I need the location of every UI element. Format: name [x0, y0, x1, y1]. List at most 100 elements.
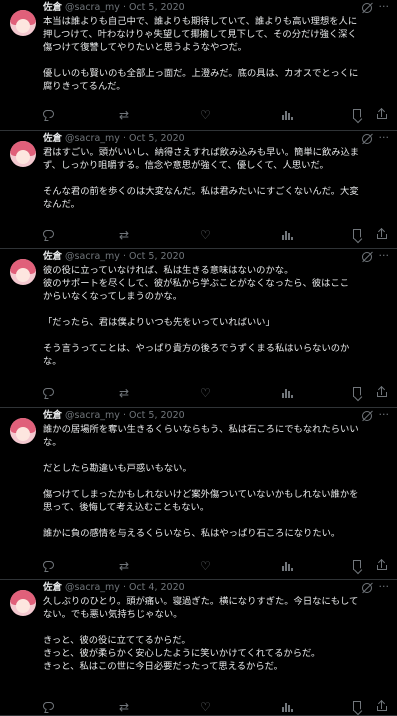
reply-icon[interactable]: [43, 561, 54, 569]
views-bar: [285, 389, 287, 398]
share-icon[interactable]: [377, 228, 391, 242]
views-bar: [288, 233, 290, 240]
bookmark-icon[interactable]: [353, 109, 361, 119]
retweet-icon[interactable]: ⇄: [119, 108, 133, 122]
timestamp[interactable]: Oct 5, 2020: [129, 133, 185, 144]
display-name[interactable]: 佐倉: [43, 582, 62, 593]
reply-icon[interactable]: [43, 702, 54, 710]
action-bar: ⇄ ♡: [43, 228, 393, 242]
tweet-header: 佐倉 @sacra_my · Oct 5, 2020: [43, 133, 185, 145]
avatar[interactable]: [10, 141, 36, 167]
views-bar: [291, 117, 293, 120]
tweet-text: 本当は誰よりも自己中で、誰よりも期待していて、誰よりも高い理想を人に 押しつけて…: [43, 15, 390, 93]
handle[interactable]: @sacra_my: [65, 251, 120, 262]
handle[interactable]: @sacra_my: [65, 582, 120, 593]
display-name[interactable]: 佐倉: [43, 410, 62, 421]
share-icon[interactable]: [377, 108, 391, 122]
avatar[interactable]: [10, 259, 36, 285]
tweet[interactable]: 佐倉 @sacra_my · Oct 5, 2020 ··· 誰かの居場所を奪い…: [0, 408, 397, 580]
grok-icon[interactable]: [362, 583, 372, 593]
share-tray: [377, 706, 387, 711]
tweet-text: 君はすごい。頭がいいし、納得さえすれば飲み込みも早い。簡単に飲み込ま ず、しっか…: [43, 146, 390, 211]
share-icon[interactable]: [377, 559, 391, 573]
views-bar: [291, 709, 293, 712]
like-icon[interactable]: ♡: [200, 108, 214, 122]
action-bar: ⇄ ♡: [43, 700, 393, 714]
share-tray: [377, 392, 387, 397]
grok-icon[interactable]: [362, 252, 372, 262]
views-icon[interactable]: [281, 228, 295, 242]
bookmark-icon[interactable]: [353, 387, 361, 397]
views-bar: [291, 568, 293, 571]
more-horizontal-icon[interactable]: ···: [379, 131, 390, 144]
retweet-icon[interactable]: ⇄: [119, 700, 133, 714]
views-icon[interactable]: [281, 700, 295, 714]
like-icon[interactable]: ♡: [200, 228, 214, 242]
share-tray: [377, 114, 387, 119]
reply-icon[interactable]: [43, 388, 54, 396]
views-icon[interactable]: [281, 386, 295, 400]
more-horizontal-icon[interactable]: ···: [379, 249, 390, 262]
tweet-paragraph: そう言うってことは、やっぱり貴方の後ろでうずくまる私はいらないのか な。: [43, 343, 350, 367]
tweet-text: 誰かの居場所を奪い生きるくらいならもう、私は石ころにでもなれたらいい な。 だとし…: [43, 423, 390, 540]
tweet-paragraph: 彼の役に立っていなければ、私は生きる意味はないのかな。 彼のサポートを尽くして、…: [43, 265, 350, 302]
avatar-face: [16, 150, 30, 164]
tweet[interactable]: 佐倉 @sacra_my · Oct 4, 2020 ··· 久しぶりのひとり。…: [0, 580, 397, 716]
reply-icon[interactable]: [43, 110, 54, 118]
retweet-icon[interactable]: ⇄: [119, 386, 133, 400]
tweet-header: 佐倉 @sacra_my · Oct 4, 2020: [43, 582, 185, 594]
tweet-paragraph: 君はすごい。頭がいいし、納得さえすれば飲み込みも早い。簡単に飲み込ま ず、しっか…: [43, 147, 360, 171]
avatar[interactable]: [10, 418, 36, 444]
views-icon[interactable]: [281, 108, 295, 122]
display-name[interactable]: 佐倉: [43, 2, 62, 13]
display-name[interactable]: 佐倉: [43, 133, 62, 144]
avatar[interactable]: [10, 10, 36, 36]
timestamp[interactable]: Oct 5, 2020: [129, 2, 185, 13]
retweet-icon[interactable]: ⇄: [119, 228, 133, 242]
avatar-face: [16, 19, 30, 33]
grok-icon[interactable]: [362, 3, 372, 13]
views-bar: [285, 111, 287, 120]
tweet-paragraph: 「だったら、君は僕よりいつも先をいっていればいい」: [43, 317, 275, 328]
views-bar: [282, 393, 284, 398]
bookmark-icon[interactable]: [353, 229, 361, 239]
timestamp[interactable]: Oct 4, 2020: [129, 582, 185, 593]
grok-icon[interactable]: [362, 411, 372, 421]
share-icon[interactable]: [377, 386, 391, 400]
handle[interactable]: @sacra_my: [65, 2, 120, 13]
views-bar: [288, 564, 290, 571]
tweet-header: 佐倉 @sacra_my · Oct 5, 2020: [43, 251, 185, 263]
more-horizontal-icon[interactable]: ···: [379, 408, 390, 421]
tweet-paragraph: そんな君の前を歩くのは大変なんだ。私は君みたいにすごくないんだ。大変 なんだ。: [43, 186, 359, 210]
retweet-icon[interactable]: ⇄: [119, 559, 133, 573]
tweet[interactable]: 佐倉 @sacra_my · Oct 5, 2020 ··· 彼の役に立っていな…: [0, 249, 397, 408]
handle[interactable]: @sacra_my: [65, 133, 120, 144]
like-icon[interactable]: ♡: [200, 386, 214, 400]
views-icon[interactable]: [281, 559, 295, 573]
avatar[interactable]: [10, 590, 36, 616]
display-name[interactable]: 佐倉: [43, 251, 62, 262]
tweet[interactable]: 佐倉 @sacra_my · Oct 5, 2020 ··· 君はすごい。頭がい…: [0, 131, 397, 249]
bookmark-icon[interactable]: [353, 701, 361, 711]
handle[interactable]: @sacra_my: [65, 410, 120, 421]
more-horizontal-icon[interactable]: ···: [379, 580, 390, 593]
timestamp[interactable]: Oct 5, 2020: [129, 410, 185, 421]
timestamp[interactable]: Oct 5, 2020: [129, 251, 185, 262]
bookmark-icon[interactable]: [353, 560, 361, 570]
views-bar: [291, 395, 293, 398]
like-icon[interactable]: ♡: [200, 559, 214, 573]
views-bar: [288, 391, 290, 398]
tweet[interactable]: 佐倉 @sacra_my · Oct 5, 2020 ··· 本当は誰よりも自己…: [0, 0, 397, 131]
share-icon[interactable]: [377, 700, 391, 714]
share-tray: [377, 234, 387, 239]
like-icon[interactable]: ♡: [200, 700, 214, 714]
more-horizontal-icon[interactable]: ···: [379, 0, 390, 13]
reply-icon[interactable]: [43, 230, 54, 238]
grok-icon[interactable]: [362, 134, 372, 144]
